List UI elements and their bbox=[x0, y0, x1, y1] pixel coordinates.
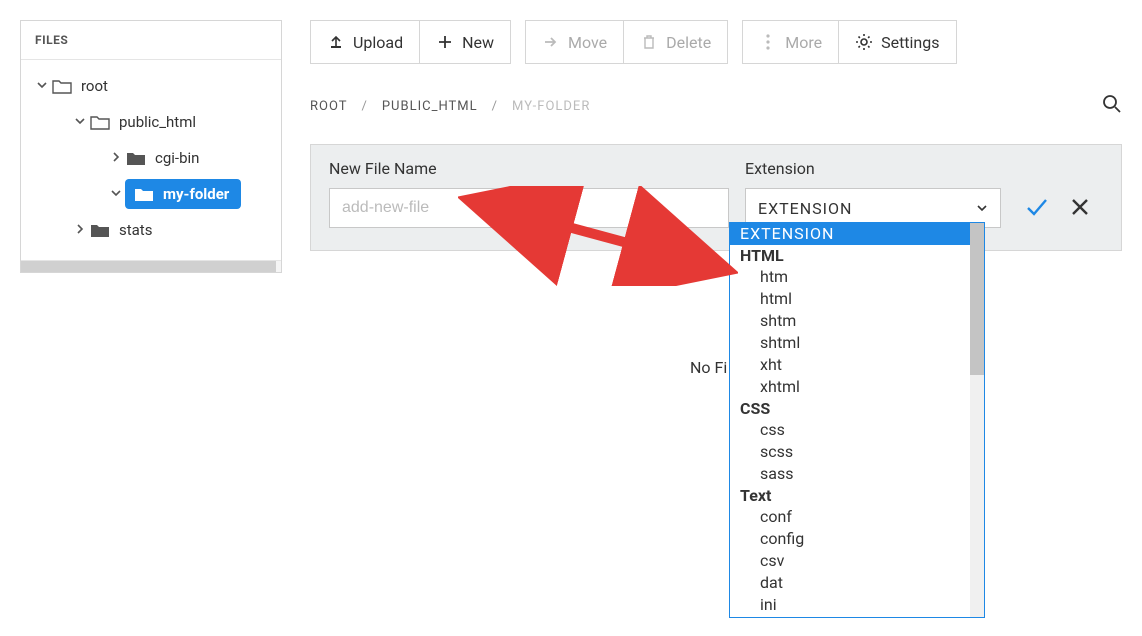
button-label: Move bbox=[568, 33, 607, 52]
dropdown-option[interactable]: html bbox=[730, 288, 984, 310]
dropdown-option[interactable]: shtml bbox=[730, 332, 984, 354]
chevron-down-icon bbox=[976, 199, 988, 218]
tree-label: my-folder bbox=[163, 185, 229, 203]
tree-label: stats bbox=[119, 221, 152, 239]
search-icon[interactable] bbox=[1102, 94, 1122, 118]
toolbar: Upload New Move Delete bbox=[310, 20, 1122, 64]
sidebar-title: FILES bbox=[21, 21, 281, 60]
button-label: Upload bbox=[353, 33, 403, 52]
button-label: New bbox=[462, 33, 494, 52]
settings-button[interactable]: Settings bbox=[839, 20, 956, 64]
breadcrumb-separator: / bbox=[361, 99, 367, 114]
folder-solid-icon bbox=[89, 221, 111, 239]
cancel-button[interactable] bbox=[1071, 198, 1089, 220]
breadcrumb-separator: / bbox=[492, 99, 498, 114]
main-area: Upload New Move Delete bbox=[310, 20, 1122, 251]
dropdown-option[interactable]: log bbox=[730, 616, 984, 618]
tree-row-cgi-bin[interactable]: cgi-bin bbox=[25, 140, 277, 176]
tree-row-public-html[interactable]: public_html bbox=[25, 104, 277, 140]
move-button[interactable]: Move bbox=[525, 20, 624, 64]
sidebar-horizontal-scrollbar[interactable] bbox=[21, 260, 281, 272]
dropdown-option[interactable]: htm bbox=[730, 266, 984, 288]
upload-button[interactable]: Upload bbox=[310, 20, 420, 64]
new-button[interactable]: New bbox=[420, 20, 511, 64]
dropdown-group-label: CSS bbox=[730, 398, 984, 419]
tree-row-root[interactable]: root bbox=[25, 68, 277, 104]
chevron-right-icon[interactable] bbox=[71, 223, 89, 237]
arrow-right-icon bbox=[542, 33, 560, 51]
breadcrumb-public-html[interactable]: PUBLIC_HTML bbox=[382, 99, 478, 114]
dropdown-option[interactable]: ini bbox=[730, 594, 984, 616]
folder-tree: root public_html cgi-bin bbox=[21, 60, 281, 260]
folder-outline-icon bbox=[89, 113, 111, 131]
chevron-down-icon[interactable] bbox=[107, 187, 125, 201]
dropdown-option[interactable]: shtm bbox=[730, 310, 984, 332]
breadcrumb-current: MY-FOLDER bbox=[512, 99, 590, 114]
extension-dropdown[interactable]: EXTENSIONHTMLhtmhtmlshtmshtmlxhtxhtmlCSS… bbox=[729, 222, 985, 618]
dropdown-option[interactable]: csv bbox=[730, 550, 984, 572]
breadcrumb-root[interactable]: ROOT bbox=[310, 99, 347, 114]
confirm-button[interactable] bbox=[1025, 196, 1049, 222]
dots-vertical-icon bbox=[759, 33, 777, 51]
chevron-down-icon[interactable] bbox=[33, 79, 51, 93]
tree-label: public_html bbox=[119, 113, 196, 131]
tree-label: root bbox=[81, 77, 108, 95]
dropdown-option[interactable]: sass bbox=[730, 463, 984, 485]
dropdown-option[interactable]: dat bbox=[730, 572, 984, 594]
chevron-right-icon[interactable] bbox=[107, 151, 125, 165]
dropdown-option[interactable]: scss bbox=[730, 441, 984, 463]
breadcrumb: ROOT / PUBLIC_HTML / MY-FOLDER bbox=[310, 99, 590, 114]
dropdown-group-label: HTML bbox=[730, 245, 984, 266]
button-label: Delete bbox=[666, 33, 711, 52]
new-file-name-input[interactable] bbox=[329, 188, 729, 228]
trash-icon bbox=[640, 33, 658, 51]
upload-icon bbox=[327, 33, 345, 51]
dropdown-group-label: Text bbox=[730, 485, 984, 506]
new-file-name-label: New File Name bbox=[329, 159, 729, 178]
folder-solid-icon bbox=[125, 149, 147, 167]
dropdown-option[interactable]: config bbox=[730, 528, 984, 550]
new-file-panel: New File Name Extension EXTENSION bbox=[310, 144, 1122, 251]
gear-icon bbox=[855, 33, 873, 51]
dropdown-option[interactable]: xht bbox=[730, 354, 984, 376]
button-label: More bbox=[785, 33, 822, 52]
button-label: Settings bbox=[881, 33, 939, 52]
folder-outline-icon bbox=[51, 77, 73, 95]
files-sidebar: FILES root public_html bbox=[20, 20, 282, 273]
more-button[interactable]: More bbox=[742, 20, 839, 64]
empty-state-text: No Fi bbox=[690, 358, 727, 377]
extension-label: Extension bbox=[745, 159, 1001, 178]
chevron-down-icon[interactable] bbox=[71, 115, 89, 129]
dropdown-option[interactable]: css bbox=[730, 419, 984, 441]
tree-row-stats[interactable]: stats bbox=[25, 212, 277, 248]
folder-solid-icon bbox=[133, 185, 155, 203]
dropdown-option[interactable]: conf bbox=[730, 506, 984, 528]
tree-row-my-folder[interactable]: my-folder bbox=[25, 176, 277, 212]
plus-icon bbox=[436, 33, 454, 51]
extension-selected-value: EXTENSION bbox=[758, 199, 852, 218]
dropdown-scrollbar-thumb[interactable] bbox=[970, 223, 984, 375]
delete-button[interactable]: Delete bbox=[624, 20, 728, 64]
dropdown-option-selected[interactable]: EXTENSION bbox=[730, 223, 984, 245]
dropdown-option[interactable]: xhtml bbox=[730, 376, 984, 398]
tree-label: cgi-bin bbox=[155, 149, 199, 167]
